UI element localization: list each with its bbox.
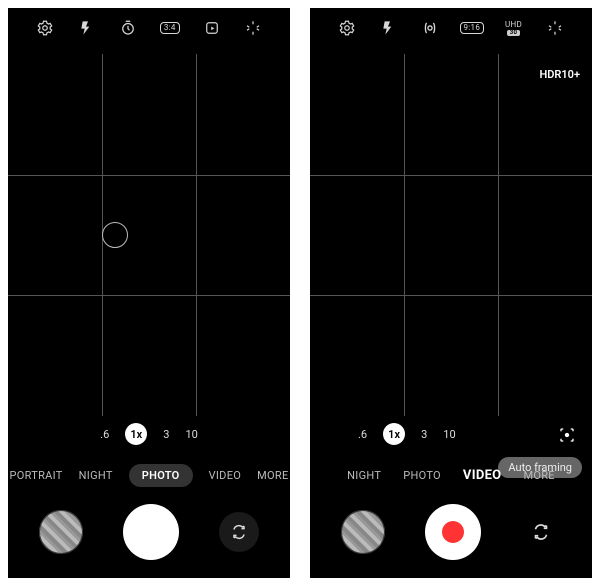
- shutter-row: [8, 500, 290, 564]
- mode-photo[interactable]: PHOTO: [129, 464, 193, 487]
- focus-ring[interactable]: [102, 222, 128, 248]
- grid-line: [310, 295, 592, 296]
- zoom-option[interactable]: .6: [100, 428, 109, 441]
- mode-portrait[interactable]: PORTRAIT: [9, 469, 62, 482]
- mode-video[interactable]: VIDEO: [463, 468, 502, 483]
- auto-framing-icon[interactable]: [556, 424, 578, 446]
- flash-icon[interactable]: [377, 17, 399, 39]
- grid-line: [8, 295, 290, 296]
- mode-more[interactable]: MORE: [523, 469, 554, 482]
- motion-photo-icon[interactable]: [201, 17, 223, 39]
- grid-line: [8, 175, 290, 176]
- aspect-ratio-toggle[interactable]: 9:16: [461, 17, 483, 39]
- zoom-option[interactable]: .6: [358, 428, 367, 441]
- mode-selector[interactable]: NIGHT PHOTO VIDEO MORE: [310, 458, 592, 492]
- zoom-option[interactable]: 3: [421, 428, 427, 441]
- timer-icon[interactable]: [117, 17, 139, 39]
- aspect-ratio-label: 3:4: [160, 22, 180, 34]
- mode-night[interactable]: NIGHT: [79, 469, 113, 482]
- zoom-selector[interactable]: .6 1x 3 10: [310, 420, 592, 448]
- top-toolbar: 9:16 UHD 30: [310, 8, 592, 48]
- shutter-button[interactable]: [123, 504, 179, 560]
- super-steady-icon[interactable]: [419, 17, 441, 39]
- viewfinder[interactable]: [310, 54, 592, 416]
- zoom-option[interactable]: 10: [185, 428, 197, 441]
- shutter-row: [310, 500, 592, 564]
- mode-selector[interactable]: PORTRAIT NIGHT PHOTO VIDEO MORE: [8, 458, 290, 492]
- resolution-label: UHD: [505, 21, 522, 29]
- switch-camera-button[interactable]: [521, 512, 561, 552]
- mode-photo[interactable]: PHOTO: [403, 469, 441, 482]
- zoom-option[interactable]: 10: [443, 428, 455, 441]
- zoom-option-active[interactable]: 1x: [125, 423, 147, 445]
- top-toolbar: 3:4: [8, 8, 290, 48]
- filters-icon[interactable]: [544, 17, 566, 39]
- grid-line: [310, 175, 592, 176]
- switch-camera-button[interactable]: [219, 512, 259, 552]
- zoom-option[interactable]: 3: [163, 428, 169, 441]
- flash-icon[interactable]: [75, 17, 97, 39]
- aspect-ratio-toggle[interactable]: 3:4: [159, 17, 181, 39]
- viewfinder[interactable]: [8, 54, 290, 416]
- resolution-toggle[interactable]: UHD 30: [503, 17, 525, 39]
- gallery-thumbnail[interactable]: [39, 510, 83, 554]
- filters-icon[interactable]: [242, 17, 264, 39]
- record-dot-icon: [442, 521, 464, 543]
- grid-line: [498, 54, 499, 416]
- fps-label: 30: [507, 30, 521, 36]
- gear-icon[interactable]: [336, 17, 358, 39]
- zoom-option-active[interactable]: 1x: [383, 423, 405, 445]
- gear-icon[interactable]: [34, 17, 56, 39]
- mode-night[interactable]: NIGHT: [347, 469, 381, 482]
- camera-screen-photo: 3:4 .6 1x 3 10 PORTRAIT NIGHT PHOTO VIDE…: [8, 8, 290, 578]
- grid-line: [196, 54, 197, 416]
- camera-screen-video: 9:16 UHD 30 HDR10+ .6 1x 3 10 Auto frami…: [310, 8, 592, 578]
- mode-more[interactable]: MORE: [257, 469, 288, 482]
- grid-line: [404, 54, 405, 416]
- gallery-thumbnail[interactable]: [341, 510, 385, 554]
- mode-video[interactable]: VIDEO: [209, 469, 242, 482]
- record-button[interactable]: [425, 504, 481, 560]
- zoom-selector[interactable]: .6 1x 3 10: [8, 420, 290, 448]
- aspect-ratio-label: 9:16: [460, 22, 485, 34]
